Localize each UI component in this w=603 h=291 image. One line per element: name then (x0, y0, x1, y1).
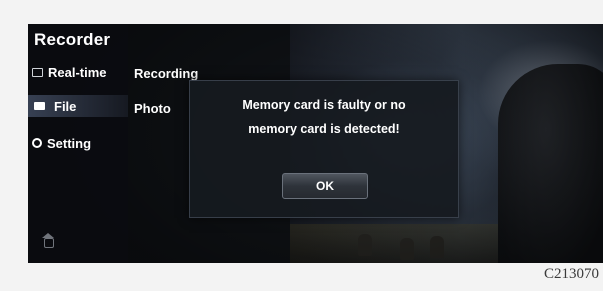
menu-item-label: Real-time (48, 64, 107, 80)
setting-icon (32, 138, 42, 148)
menu-item-setting[interactable]: Setting (32, 132, 128, 154)
figure-code: C213070 (543, 266, 599, 282)
menu-item-real-time[interactable]: Real-time (32, 61, 128, 83)
ok-button[interactable]: OK (282, 173, 368, 199)
submenu-item-recording[interactable]: Recording (134, 66, 198, 81)
recorder-screen: Recorder Real-time File Setting Recordin… (28, 24, 603, 263)
menu-item-file[interactable]: File (28, 95, 128, 117)
menu-title: Recorder (34, 30, 111, 49)
dialog-message-line-2: memory card is detected! (248, 122, 400, 136)
home-icon[interactable] (42, 233, 54, 248)
dialog-message-line-1: Memory card is faulty or no (242, 98, 406, 112)
dialog-message: Memory card is faulty or no memory card … (190, 93, 458, 141)
realtime-icon (32, 67, 43, 77)
menu-item-label: Setting (47, 135, 92, 151)
figure-frame: Recorder Real-time File Setting Recordin… (0, 0, 603, 291)
recorder-menu: Recorder Real-time File Setting (28, 24, 128, 263)
error-dialog: Memory card is faulty or no memory card … (189, 80, 459, 218)
folder-icon (34, 102, 45, 110)
menu-item-label: File (54, 98, 77, 114)
submenu-item-photo[interactable]: Photo (134, 101, 171, 116)
